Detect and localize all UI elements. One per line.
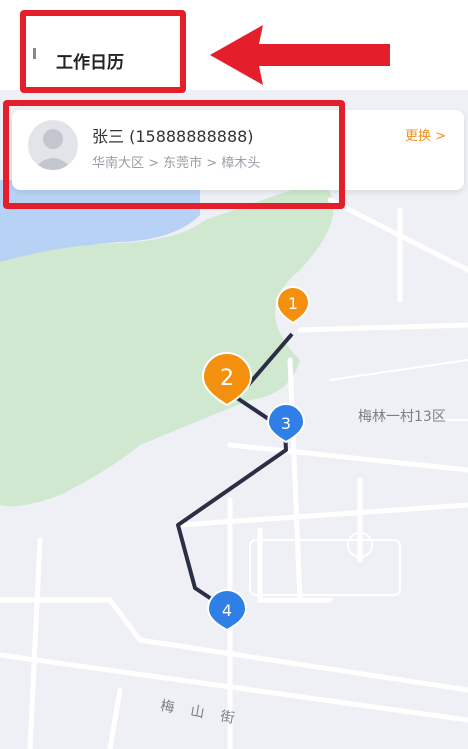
route-marker-3-label: 3	[281, 414, 291, 433]
annotation-arrow-icon	[210, 25, 390, 85]
back-icon[interactable]	[33, 48, 36, 59]
route-marker-4-label: 4	[222, 601, 232, 620]
route-marker-1-label: 1	[288, 294, 298, 313]
avatar	[28, 120, 78, 170]
route-marker-3[interactable]: 3	[266, 403, 306, 444]
user-card: 张三 (15888888888) 华南大区 > 东莞市 > 樟木头 更换 >	[12, 110, 464, 190]
district-label: 梅林一村13区	[358, 409, 446, 425]
route-marker-2-label: 2	[220, 366, 234, 391]
route-marker-4[interactable]: 4	[206, 589, 248, 632]
user-name-phone: 张三 (15888888888)	[92, 127, 254, 146]
page-title: 工作日历	[56, 53, 124, 73]
change-button[interactable]: 更换 >	[405, 125, 446, 144]
route-marker-1[interactable]: 1	[275, 286, 311, 325]
region-breadcrumb: 华南大区 > 东莞市 > 樟木头	[92, 156, 261, 171]
avatar-icon	[33, 129, 73, 170]
